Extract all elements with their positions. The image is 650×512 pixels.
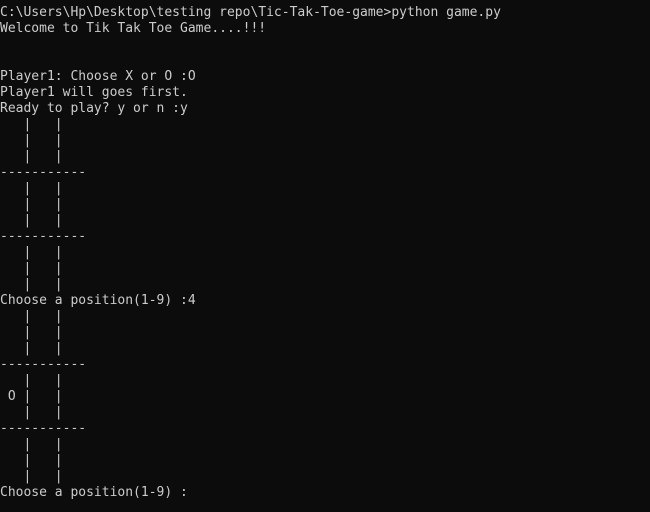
typed-command: python game.py [391, 5, 501, 20]
console-window[interactable]: C:\Users\Hp\Desktop\testing repo\Tic-Tak… [0, 0, 650, 512]
board-divider: ----------- [0, 357, 87, 372]
position-prompt: Choose a position(1-9) :4 [0, 293, 196, 308]
board-divider: ----------- [0, 421, 87, 436]
board-divider: ----------- [0, 165, 87, 180]
board-line: | | [0, 149, 63, 164]
output-line: Player1: Choose X or O :O [0, 69, 196, 84]
position-prompt: Choose a position(1-9) : [0, 485, 188, 500]
board-divider: ----------- [0, 229, 87, 244]
board-line: | | [0, 277, 63, 292]
board-line: | | [0, 469, 63, 484]
board-line: | | [0, 261, 63, 276]
prompt-path: C:\Users\Hp\Desktop\testing repo\Tic-Tak… [0, 5, 392, 20]
board-line: | | [0, 245, 63, 260]
board-line: | | [0, 453, 63, 468]
board-line: | | [0, 437, 63, 452]
board-line: | | [0, 117, 63, 132]
command-prompt-line: C:\Users\Hp\Desktop\testing repo\Tic-Tak… [0, 5, 650, 21]
input-prompt-line[interactable]: Choose a position(1-9) : [0, 485, 650, 501]
board-line: | | [0, 325, 63, 340]
board-line: | | [0, 341, 63, 356]
output-line: Player1 will goes first. [0, 85, 188, 100]
board-line: | | [0, 373, 63, 388]
output-line: Ready to play? y or n :y [0, 101, 188, 116]
board-line: | | [0, 181, 63, 196]
board-line: | | [0, 309, 63, 324]
board-line: O | | [0, 389, 63, 404]
output-line: Welcome to Tik Tak Toe Game....!!! [0, 21, 267, 36]
board-line: | | [0, 197, 63, 212]
board-line: | | [0, 133, 63, 148]
board-line: | | [0, 213, 63, 228]
board-line: | | [0, 405, 63, 420]
